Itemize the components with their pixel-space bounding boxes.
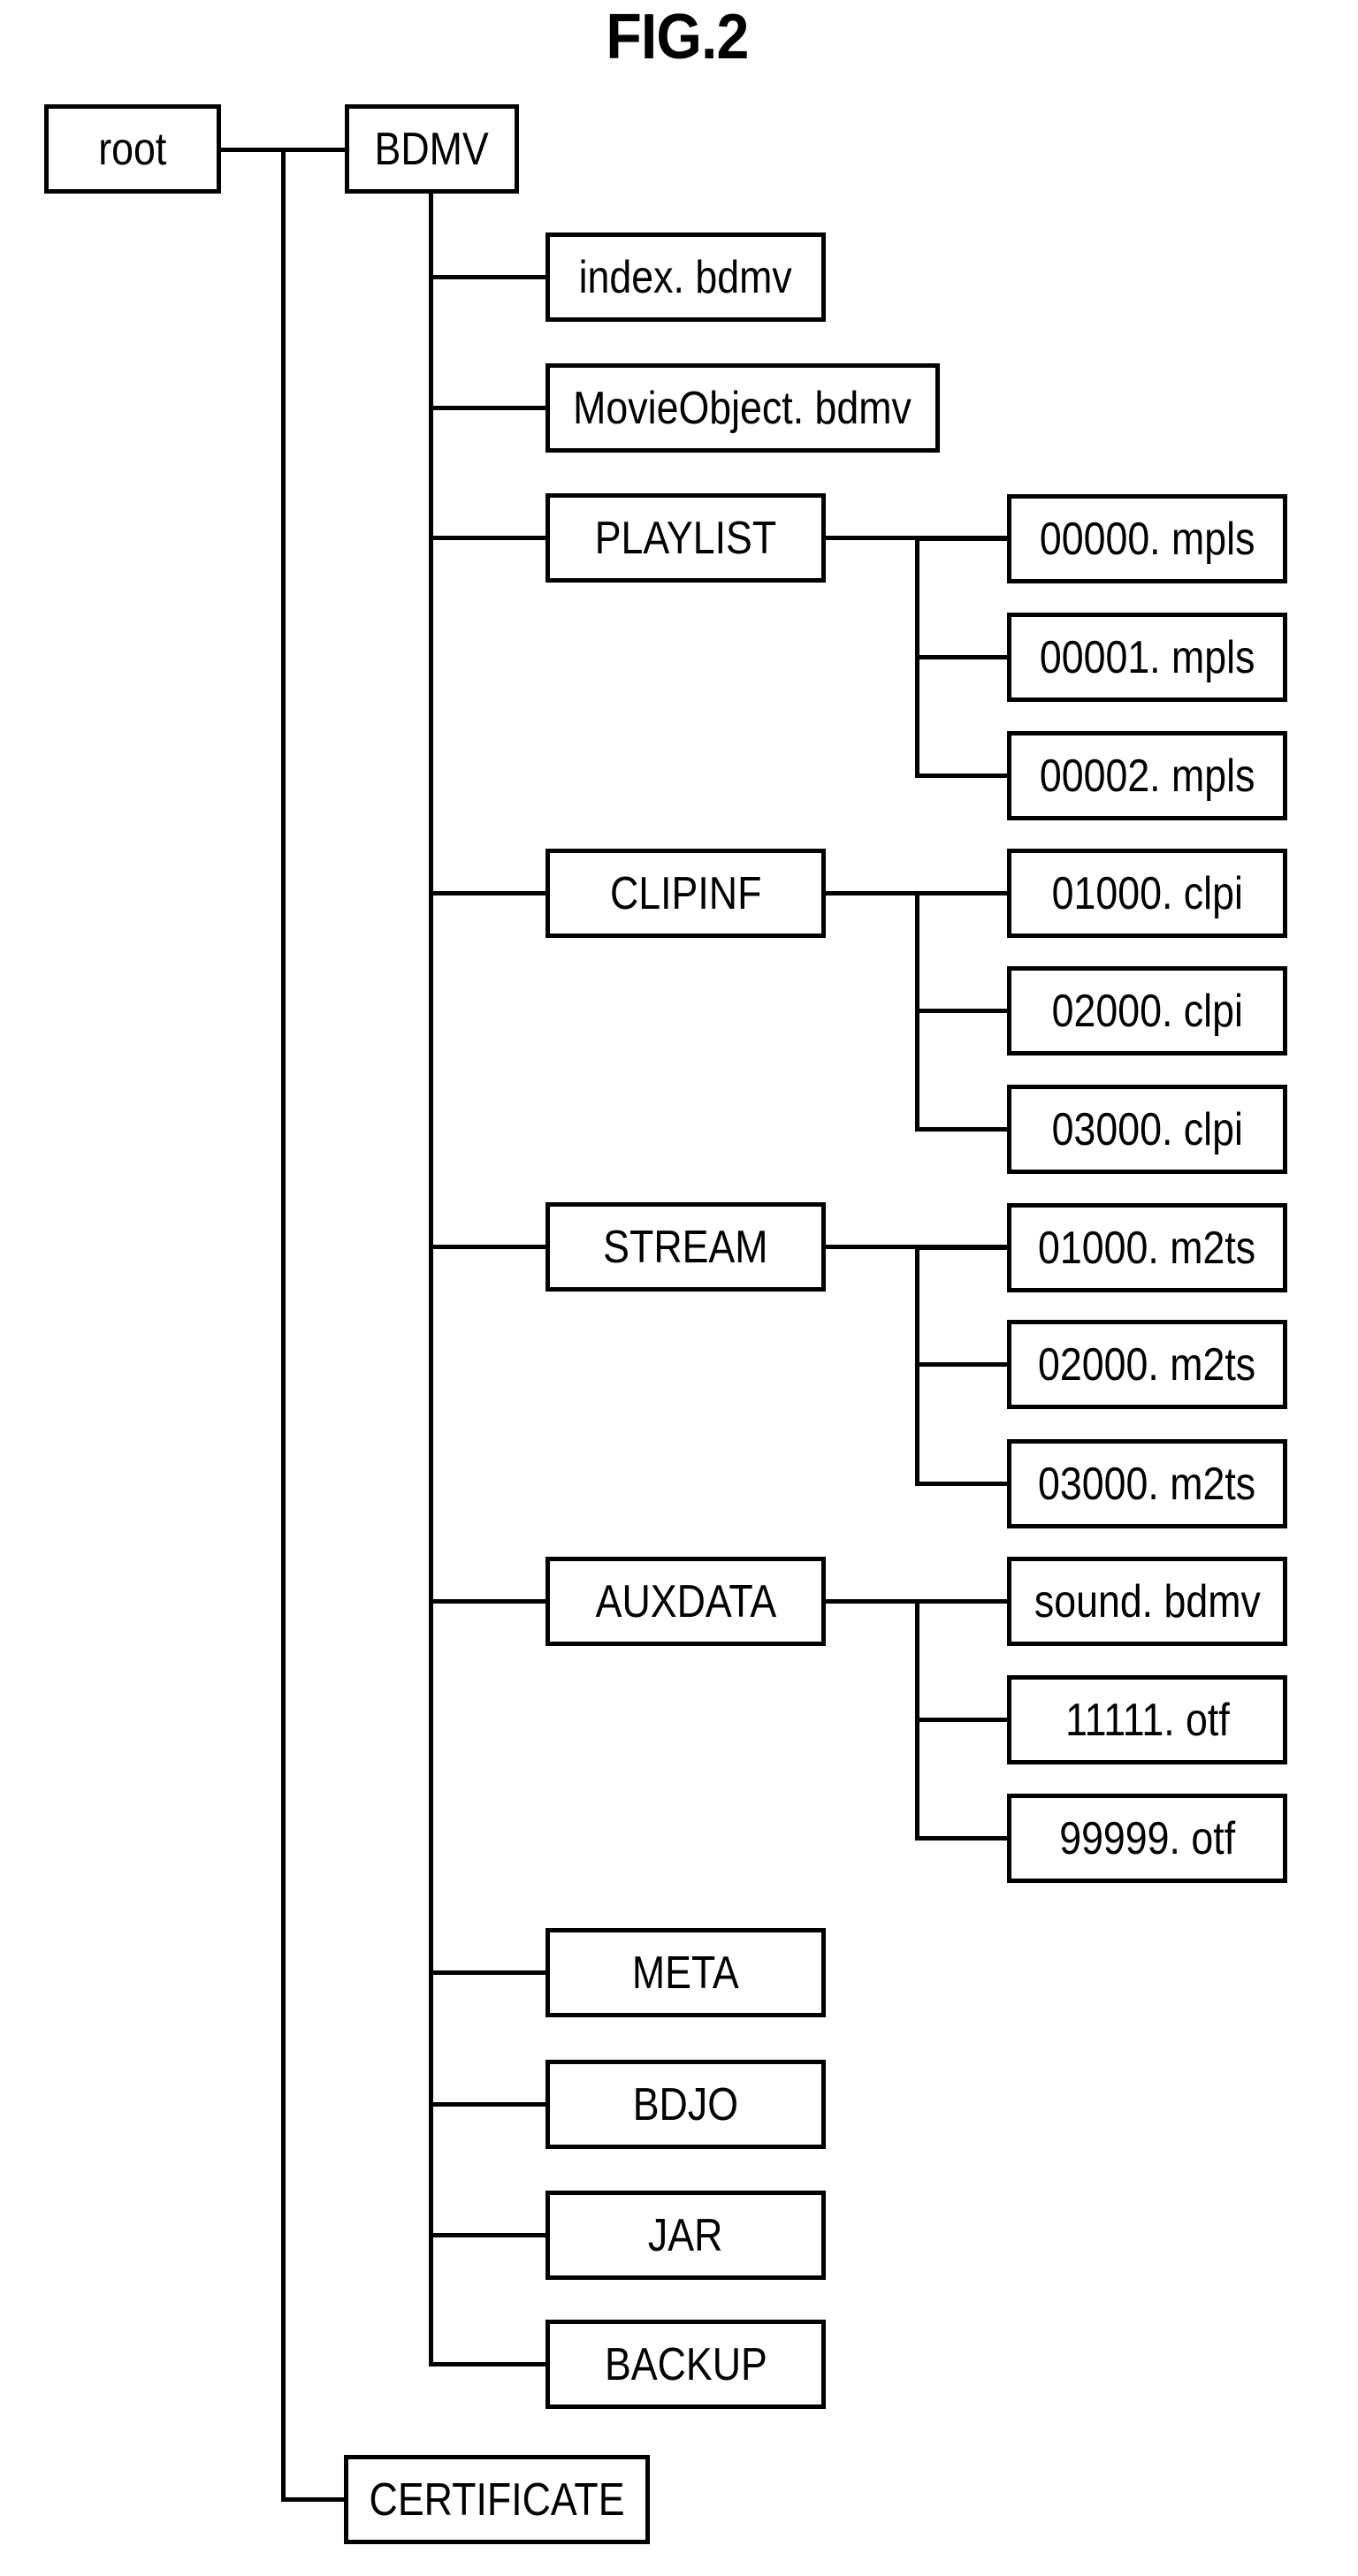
node-label: META [632, 1947, 739, 1999]
node-label: MovieObject. bdmv [573, 382, 912, 434]
folder-clipinf: CLIPINF [545, 849, 826, 938]
node-label: AUXDATA [595, 1575, 776, 1627]
file-branch-line [917, 891, 1007, 896]
file-branch-line [917, 537, 1007, 541]
file-branch-line [917, 1599, 1007, 1604]
file-branch-line [917, 1362, 1007, 1367]
file-01000-clpi: 01000. clpi [1007, 849, 1287, 938]
subfolder-trunk-line [914, 893, 919, 1132]
node-label: BDMV [374, 123, 490, 175]
node-label: root [98, 123, 167, 175]
directory-tree-diagram: FIG.2 root BDMV CERTIFICATE index. bdmv Movi… [0, 0, 1358, 2576]
folder-playlist: PLAYLIST [545, 493, 826, 583]
file-branch-line [917, 1836, 1007, 1841]
node-label: 00000. mpls [1039, 513, 1255, 565]
folder-auxdata: AUXDATA [545, 1557, 826, 1646]
bdmv-branch-line [431, 891, 545, 896]
file-movieobject-bdmv: MovieObject. bdmv [545, 363, 940, 453]
subfolder-trunk-line [914, 1601, 919, 1841]
node-label: 99999. otf [1059, 1812, 1235, 1864]
file-02000-m2ts: 02000. m2ts [1007, 1320, 1287, 1409]
node-label: 11111. otf [1064, 1694, 1230, 1746]
bdmv-branch-line [431, 2362, 545, 2366]
file-branch-line [917, 1482, 1007, 1486]
node-label: 03000. clpi [1051, 1103, 1243, 1155]
node-label: PLAYLIST [594, 512, 777, 564]
file-03000-m2ts: 03000. m2ts [1007, 1439, 1287, 1528]
bdmv-trunk-line [428, 193, 433, 2366]
node-label: BDJO [632, 2078, 739, 2130]
file-branch-line [917, 1009, 1007, 1013]
bdmv-branch-line [431, 1599, 545, 1604]
node-label: 00001. mpls [1039, 631, 1255, 683]
file-99999-otf: 99999. otf [1007, 1794, 1287, 1883]
file-00002-mpls: 00002. mpls [1007, 731, 1287, 820]
bdmv-branch-line [431, 1245, 545, 1249]
file-branch-line [917, 1718, 1007, 1722]
node-label: 01000. clpi [1051, 867, 1243, 919]
bdmv-branch-line [431, 2233, 545, 2237]
node-label: 03000. m2ts [1038, 1458, 1256, 1510]
node-label: sound. bdmv [1034, 1575, 1261, 1627]
figure-title: FIG.2 [606, 2, 749, 72]
root-to-certificate-line [283, 2497, 344, 2502]
bdmv-branch-line [431, 1970, 545, 1975]
root-trunk-line [280, 149, 286, 2502]
file-branch-line [917, 1127, 1007, 1132]
file-branch-line [917, 655, 1007, 659]
file-11111-otf: 11111. otf [1007, 1675, 1287, 1764]
node-label: 02000. m2ts [1038, 1338, 1256, 1391]
file-03000-clpi: 03000. clpi [1007, 1085, 1287, 1174]
node-label: 00002. mpls [1039, 750, 1255, 802]
node-label: index. bdmv [578, 251, 793, 303]
file-index-bdmv: index. bdmv [545, 232, 826, 322]
bdmv-branch-line [431, 2102, 545, 2107]
file-00001-mpls: 00001. mpls [1007, 613, 1287, 702]
file-sound-bdmv: sound. bdmv [1007, 1557, 1287, 1646]
node-label: BACKUP [604, 2338, 767, 2390]
folder-bdmv: BDMV [345, 104, 519, 194]
bdmv-branch-line [431, 406, 545, 410]
node-label: JAR [648, 2209, 723, 2261]
folder-certificate: CERTIFICATE [344, 2455, 650, 2544]
node-label: CERTIFICATE [369, 2473, 625, 2526]
subfolder-trunk-line [914, 1246, 919, 1486]
node-label: 01000. m2ts [1038, 1222, 1256, 1274]
folder-root: root [44, 104, 221, 194]
folder-bdjo: BDJO [545, 2060, 826, 2149]
file-02000-clpi: 02000. clpi [1007, 966, 1287, 1056]
node-label: CLIPINF [609, 867, 762, 919]
folder-jar: JAR [545, 2191, 826, 2280]
bdmv-branch-line [431, 275, 545, 279]
folder-meta: META [545, 1928, 826, 2017]
bdmv-branch-line [431, 536, 545, 540]
subfolder-trunk-line [914, 537, 919, 778]
node-label: 02000. clpi [1051, 985, 1243, 1037]
folder-stream: STREAM [545, 1202, 826, 1292]
file-branch-line [917, 1246, 1007, 1250]
file-branch-line [917, 774, 1007, 778]
node-label: STREAM [603, 1221, 768, 1273]
file-00000-mpls: 00000. mpls [1007, 494, 1287, 583]
folder-backup: BACKUP [545, 2320, 826, 2409]
file-01000-m2ts: 01000. m2ts [1007, 1203, 1287, 1292]
